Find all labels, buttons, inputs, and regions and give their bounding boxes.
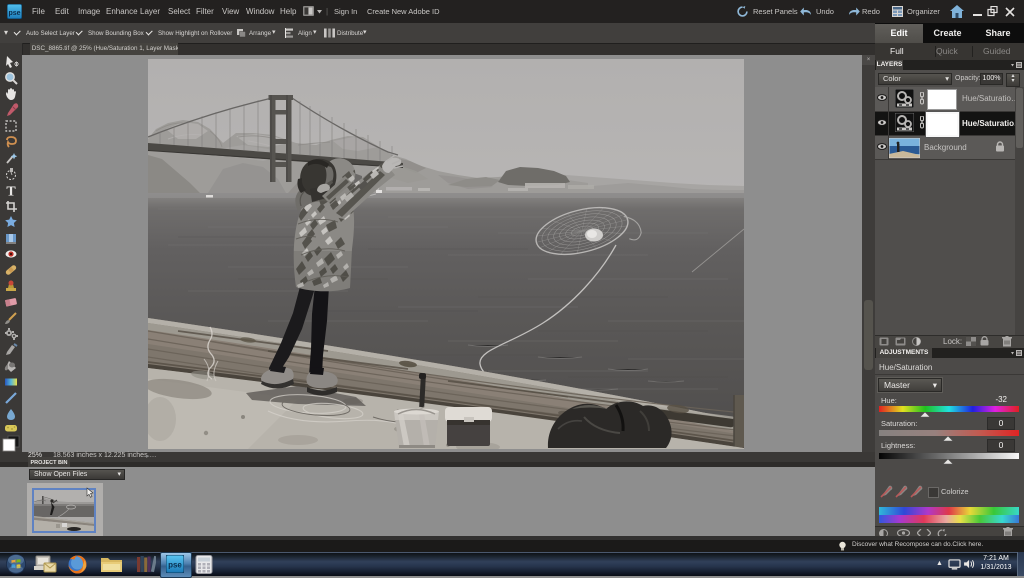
svg-text:pse: pse xyxy=(8,10,20,17)
svg-text:T: T xyxy=(6,185,16,200)
svg-text:pse: pse xyxy=(168,561,182,570)
